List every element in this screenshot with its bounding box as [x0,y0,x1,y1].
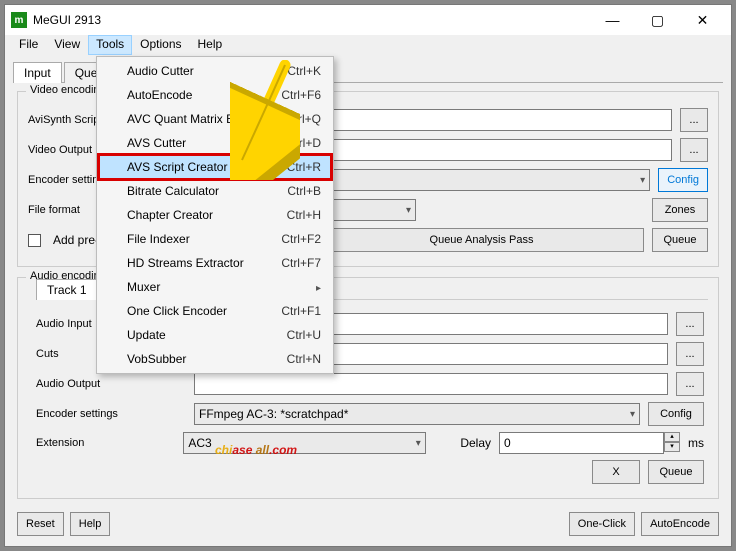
menu-tools[interactable]: Tools [88,35,132,55]
extension-label: Extension [36,437,175,449]
menu-item-bitrate-calculator[interactable]: Bitrate CalculatorCtrl+B [99,179,331,203]
reset-button[interactable]: Reset [17,512,64,536]
menu-item-avc-quant-matrix-editor[interactable]: AVC Quant Matrix EditorCtrl+Q [99,107,331,131]
menubar: File View Tools Options Help [5,35,731,55]
app-window: m MeGUI 2913 — ▢ ✕ File View Tools Optio… [4,4,732,547]
minimize-button[interactable]: — [590,6,635,34]
window-title: MeGUI 2913 [33,13,590,27]
avisynth-browse-button[interactable]: ... [680,108,708,132]
video-config-button[interactable]: Config [658,168,708,192]
app-icon: m [11,12,27,28]
audio-x-button[interactable]: X [592,460,640,484]
audio-encoder-combo[interactable]: FFmpeg AC-3: *scratchpad* [194,403,640,425]
menu-view[interactable]: View [46,35,88,55]
audio-output-label: Audio Output [36,378,186,390]
menu-item-one-click-encoder[interactable]: One Click EncoderCtrl+F1 [99,299,331,323]
maximize-button[interactable]: ▢ [635,6,680,34]
oneclick-button[interactable]: One-Click [569,512,635,536]
menu-item-autoencode[interactable]: AutoEncodeCtrl+F6 [99,83,331,107]
menu-item-muxer[interactable]: Muxer [99,275,331,299]
menu-item-avs-script-creator[interactable]: AVS Script CreatorCtrl+R [99,155,331,179]
queue-analysis-button[interactable]: Queue Analysis Pass [319,228,644,252]
menu-options[interactable]: Options [132,35,189,55]
menu-item-vobsubber[interactable]: VobSubberCtrl+N [99,347,331,371]
footer-bar: Reset Help One-Click AutoEncode [5,506,731,542]
audio-config-button[interactable]: Config [648,402,704,426]
audio-input-browse-button[interactable]: ... [676,312,704,336]
delay-label: Delay [460,436,491,450]
menu-item-audio-cutter[interactable]: Audio CutterCtrl+K [99,59,331,83]
menu-item-hd-streams-extractor[interactable]: HD Streams ExtractorCtrl+F7 [99,251,331,275]
menu-item-file-indexer[interactable]: File IndexerCtrl+F2 [99,227,331,251]
extension-combo[interactable]: AC3 [183,432,425,454]
audio-output-input[interactable] [194,373,668,395]
cuts-browse-button[interactable]: ... [676,342,704,366]
help-button[interactable]: Help [70,512,111,536]
delay-input[interactable] [499,432,664,454]
tools-dropdown: Audio CutterCtrl+KAutoEncodeCtrl+F6AVC Q… [96,56,334,374]
add-prejob-checkbox[interactable] [28,234,41,247]
menu-file[interactable]: File [11,35,46,55]
delay-spinner[interactable]: ▴▾ [664,432,680,454]
video-output-browse-button[interactable]: ... [680,138,708,162]
audio-queue-button[interactable]: Queue [648,460,704,484]
ms-label: ms [688,436,704,450]
close-button[interactable]: ✕ [680,6,725,34]
extension-value: AC3 [188,436,211,450]
video-queue-button[interactable]: Queue [652,228,708,252]
tab-track1[interactable]: Track 1 [36,279,98,300]
zones-button[interactable]: Zones [652,198,708,222]
menu-help[interactable]: Help [190,35,231,55]
tab-input[interactable]: Input [13,62,62,83]
menu-item-avs-cutter[interactable]: AVS CutterCtrl+D [99,131,331,155]
audio-encoder-value: FFmpeg AC-3: *scratchpad* [199,407,348,421]
menu-item-update[interactable]: UpdateCtrl+U [99,323,331,347]
menu-item-chapter-creator[interactable]: Chapter CreatorCtrl+H [99,203,331,227]
titlebar: m MeGUI 2913 — ▢ ✕ [5,5,731,35]
audio-encoder-label: Encoder settings [36,408,186,420]
audio-output-browse-button[interactable]: ... [676,372,704,396]
autoencode-button[interactable]: AutoEncode [641,512,719,536]
